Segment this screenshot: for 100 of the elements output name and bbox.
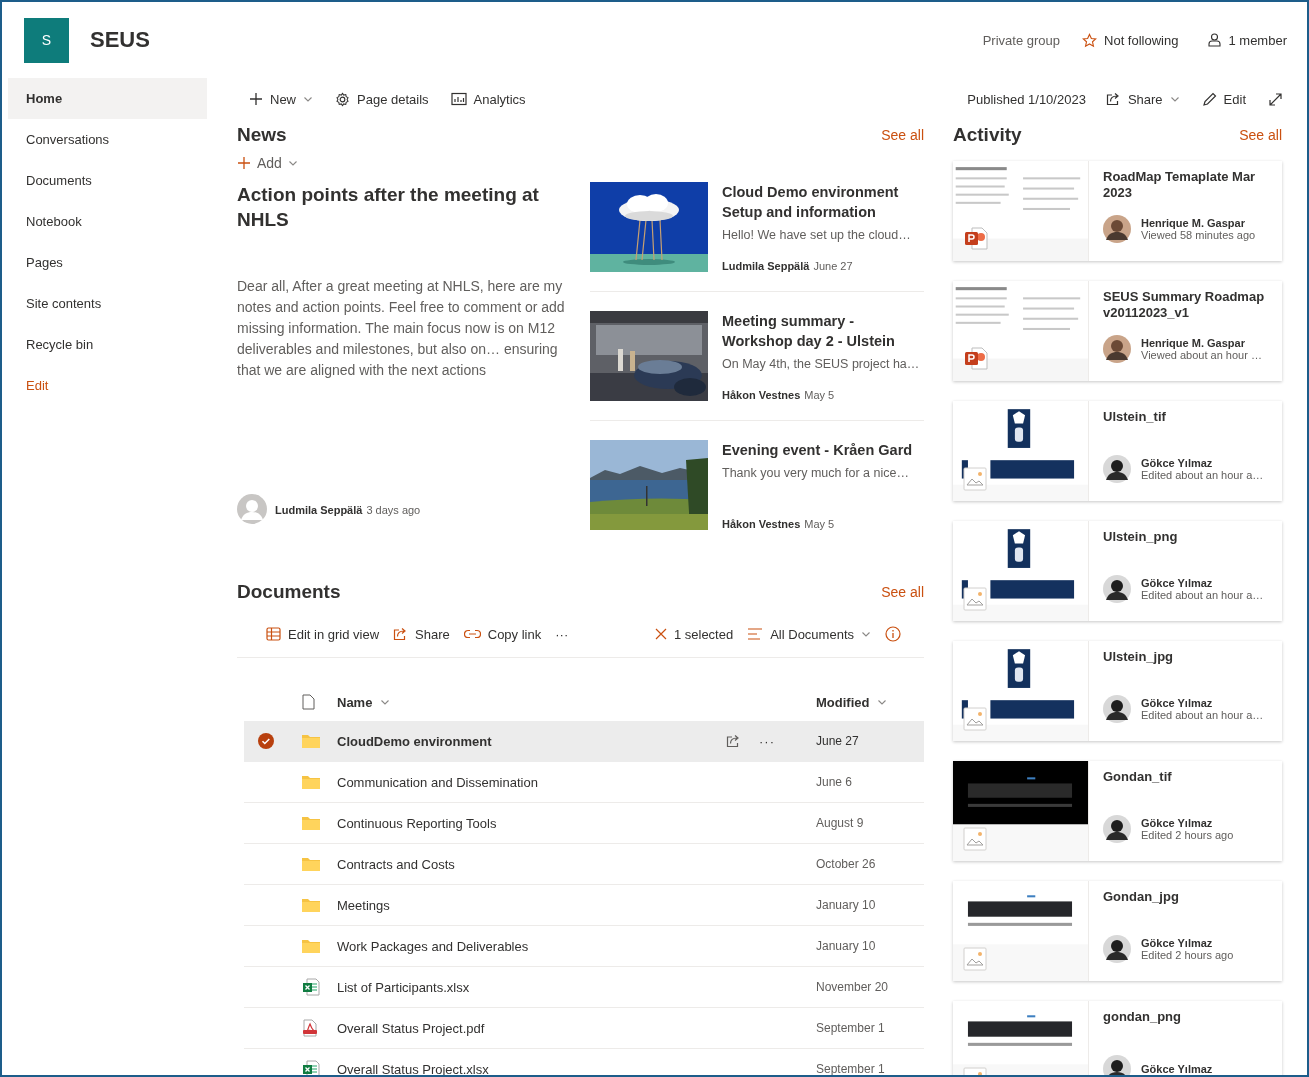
nav-item[interactable]: Site contents — [8, 283, 207, 324]
folder-icon — [302, 775, 320, 789]
add-button[interactable]: Add — [237, 152, 298, 174]
image-placeholder-icon — [963, 947, 987, 971]
file-title: SEUS Summary Roadmap v20112023_v1 — [1103, 289, 1266, 322]
nav-item[interactable]: Conversations — [8, 119, 207, 160]
news-summary: Thank you very much for a nice… — [722, 466, 910, 480]
file-title: Ulstein_png — [1103, 529, 1179, 546]
file-name[interactable]: Communication and Dissemination — [337, 774, 726, 790]
person-name: Gökce Yılmaz — [1141, 817, 1214, 829]
edit-link[interactable]: Edit — [8, 365, 207, 406]
image-placeholder-icon — [963, 467, 987, 491]
share-icon — [726, 734, 741, 748]
table-row[interactable]: Contracts and Costs October 26 — [244, 844, 924, 885]
file-name[interactable]: Overall Status Project.pdf — [337, 1020, 726, 1036]
table-row[interactable]: CloudDemo environment ··· June 27 — [244, 721, 924, 762]
see-all-link[interactable]: See all — [1239, 127, 1282, 143]
activity-time: Edited 2 hours ago — [1141, 829, 1234, 841]
nav-item[interactable]: Recycle bin — [8, 324, 207, 365]
nav-item[interactable]: Home — [8, 78, 207, 119]
table-row[interactable]: Overall Status Project.pdf September 1 — [244, 1008, 924, 1049]
activity-card[interactable]: gondan_png Gökce Yılmaz — [953, 1001, 1282, 1075]
see-all-link[interactable]: See all — [881, 127, 924, 143]
activity-card[interactable]: Gondan_tif Gökce Yılmaz Edited 2 hours ago — [953, 761, 1282, 861]
edit-button[interactable]: Edit — [1193, 83, 1254, 115]
chevron-icon — [861, 629, 871, 639]
share-button[interactable]: Share — [386, 619, 457, 649]
image-placeholder-icon — [963, 587, 987, 611]
news-title[interactable]: Action points after the meeting at NHLS — [237, 182, 567, 232]
table-cell-text: June 6 — [816, 775, 854, 789]
activity-card[interactable]: Ulstein_jpg Gökce Yılmaz Edited about an hour a… — [953, 641, 1282, 741]
file-name[interactable]: Work Packages and Deliverables — [337, 938, 726, 954]
expand-icon[interactable] — [1268, 91, 1283, 107]
follow-button[interactable]: Not following — [1074, 24, 1187, 56]
pdf-icon — [302, 1019, 318, 1037]
file-name[interactable]: Contracts and Costs — [337, 856, 726, 872]
column-header[interactable]: Modified — [816, 694, 924, 710]
see-all-link[interactable]: See all — [881, 584, 924, 600]
file-name[interactable]: CloudDemo environment — [337, 733, 726, 749]
news-title[interactable]: Cloud Demo environment Setup and information — [722, 182, 924, 222]
news-summary: On May 4th, the SEUS project ha… — [722, 357, 921, 371]
file-name[interactable]: Continuous Reporting Tools — [337, 815, 726, 831]
person-name: Henrique M. Gaspar — [1141, 217, 1246, 229]
powerpoint-icon — [963, 345, 989, 371]
activity-card[interactable]: RoadMap Temaplate Mar 2023 Henrique M. Gaspar Viewed 58 minutes ago — [953, 161, 1282, 261]
nav-item[interactable]: Pages — [8, 242, 207, 283]
edit-grid-button[interactable]: Edit in grid view — [259, 619, 387, 649]
more-button[interactable]: ··· — [759, 733, 775, 749]
nav-item[interactable]: Notebook — [8, 201, 207, 242]
activity-card[interactable]: Ulstein_png Gökce Yılmaz Edited about an hour a… — [953, 521, 1282, 621]
activity-time: Edited about an hour a… — [1141, 469, 1264, 481]
checkmark-icon[interactable] — [258, 733, 274, 749]
table-row[interactable]: Work Packages and Deliverables January 10 — [244, 926, 924, 967]
table-cell-text: January 10 — [816, 898, 877, 912]
more-button[interactable]: ··· — [548, 619, 576, 649]
author-byline: Ludmila Seppälä June 27 — [722, 259, 854, 273]
site-title[interactable]: SEUS — [90, 27, 150, 53]
avatar-icon — [1103, 455, 1131, 483]
analytics-button[interactable]: Analytics — [442, 83, 534, 115]
table-row[interactable]: List of Participants.xlsx November 20 — [244, 967, 924, 1008]
image-placeholder-icon — [963, 707, 987, 731]
person-name: Gökce Yılmaz — [1141, 697, 1214, 709]
author-byline: Ludmila Seppälä 3 days ago — [275, 502, 421, 517]
share-button[interactable]: Share — [1097, 83, 1188, 115]
site-logo[interactable]: S — [24, 17, 69, 63]
file-name[interactable]: Meetings — [337, 897, 726, 913]
file-title: Gondan_jpg — [1103, 889, 1180, 906]
news-title[interactable]: Evening event - Kråen Gard — [722, 440, 924, 460]
column-header[interactable]: Name — [337, 694, 726, 710]
person-name: Gökce Yılmaz — [1141, 577, 1214, 589]
chevron-icon — [1169, 94, 1180, 104]
file-title: Ulstein_jpg — [1103, 649, 1175, 666]
nav-item[interactable]: Documents — [8, 160, 207, 201]
activity-card[interactable]: Gondan_jpg Gökce Yılmaz Edited 2 hours ago — [953, 881, 1282, 981]
person-name: Gökce Yılmaz — [1141, 1063, 1213, 1075]
activity-time: Edited 2 hours ago — [1141, 949, 1234, 961]
view-dropdown[interactable]: All Documents — [740, 619, 878, 649]
file-name[interactable]: List of Participants.xlsx — [337, 979, 726, 995]
page-details-button[interactable]: Page details — [327, 83, 437, 115]
activity-card[interactable]: Ulstein_tif Gökce Yılmaz Edited about an hour a… — [953, 401, 1282, 501]
table-cell-text: September 1 — [816, 1021, 886, 1035]
table-cell-text: August 9 — [816, 816, 865, 830]
clear-selection-button[interactable]: 1 selected — [647, 619, 741, 649]
activity-card[interactable]: SEUS Summary Roadmap v20112023_v1 Henrique M. Gaspar Viewed about an hour … — [953, 281, 1282, 381]
author-byline: Håkon Vestnes May 5 — [722, 388, 836, 402]
table-row[interactable]: Continuous Reporting Tools August 9 — [244, 803, 924, 844]
copy-link-button[interactable]: Copy link — [456, 619, 549, 649]
table-row[interactable]: Meetings January 10 — [244, 885, 924, 926]
folder-icon — [302, 857, 320, 871]
members-button[interactable]: 1 member — [1200, 24, 1295, 56]
published-date: Published 1/10/2023 — [967, 91, 1086, 107]
news-title[interactable]: Meeting summary - Workshop day 2 - Ulstein — [722, 311, 924, 351]
new-button[interactable]: New — [241, 83, 321, 115]
folder-icon — [302, 898, 320, 912]
news-excerpt: Dear all, After a great meeting at NHLS, here are my notes and action points. Feel free to comment or add missing information. The main focus now is on M12 deliverables and milestones, but also on… ensuring that we are aligned with the next actions — [237, 277, 566, 380]
avatar-icon — [1103, 815, 1131, 843]
table-cell-text: June 27 — [816, 734, 860, 748]
table-row[interactable]: Communication and Dissemination June 6 — [244, 762, 924, 803]
file-title: Ulstein_tif — [1103, 409, 1167, 426]
avatar-icon — [1103, 335, 1131, 363]
